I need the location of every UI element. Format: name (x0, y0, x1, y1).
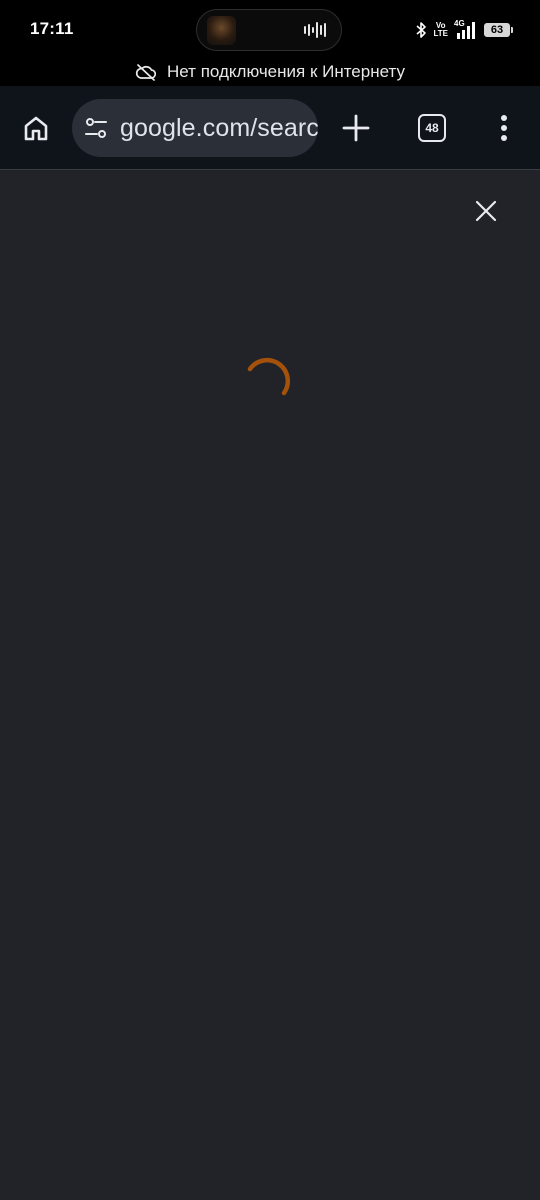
signal-icon (457, 22, 475, 39)
url-text[interactable]: google.com/search (120, 114, 318, 143)
tab-switcher-button[interactable]: 48 (412, 108, 452, 148)
browser-toolbar: google.com/search 48 (0, 86, 540, 170)
offline-text: Нет подключения к Интернету (167, 62, 405, 81)
signal-indicator: 4G (454, 19, 478, 40)
dynamic-island[interactable] (196, 9, 342, 51)
site-settings-icon[interactable] (84, 116, 108, 140)
close-button[interactable] (466, 191, 506, 231)
cloud-off-icon (135, 64, 157, 81)
home-button[interactable] (16, 108, 56, 148)
status-time: 17:11 (30, 19, 74, 38)
volte-indicator: Vo LTE (433, 22, 448, 38)
new-tab-button[interactable] (336, 108, 376, 148)
close-icon (475, 200, 497, 222)
status-icons: Vo LTE 4G 63 (415, 19, 513, 41)
bluetooth-icon (416, 22, 427, 38)
loading-spinner (247, 358, 290, 396)
battery-indicator: 63 (484, 23, 513, 37)
more-vert-icon (501, 115, 507, 141)
plus-icon (342, 114, 370, 142)
address-bar[interactable]: google.com/search (72, 99, 318, 157)
more-menu-button[interactable] (484, 108, 524, 148)
tab-switcher-icon: 48 (418, 114, 446, 142)
status-bar: 17:11 Vo LTE 4G 63 (0, 0, 540, 58)
media-thumbnail (207, 16, 236, 45)
audio-wave-icon (304, 22, 326, 38)
page-content (0, 171, 540, 1200)
home-icon (24, 116, 48, 141)
offline-banner: Нет подключения к Интернету (0, 58, 540, 86)
volte-bottom: LTE (433, 29, 448, 38)
